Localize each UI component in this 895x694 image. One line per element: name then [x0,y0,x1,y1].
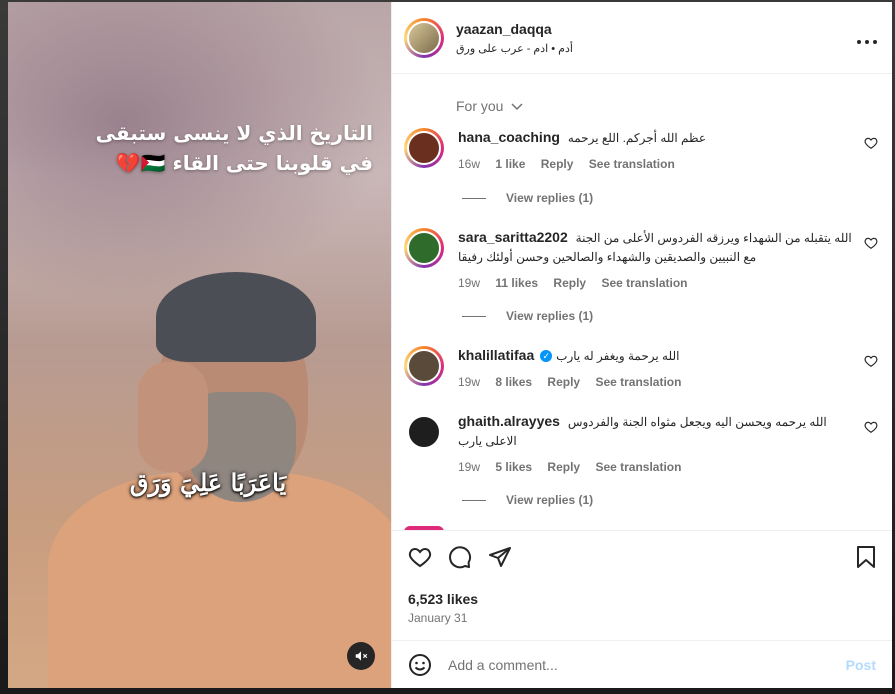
view-replies-button[interactable]: View replies (1) [462,309,593,323]
comment-time[interactable]: 19w [458,276,480,290]
comment-likes[interactable]: 8 likes [495,375,532,389]
media-cap [156,272,316,362]
comment-reply-button[interactable]: Reply [541,157,574,171]
mute-icon [355,651,368,661]
comment-username[interactable]: sara_saritta2202 [458,229,568,245]
comment-likes[interactable]: 11 likes [495,276,538,290]
comment-like-heart-icon[interactable] [864,236,878,250]
audio-subline[interactable]: أدم • ادم - عرب على ورق [456,42,856,55]
post-actions: 6,523 likes January 31 [392,530,892,640]
comments-list[interactable]: For you hana_coaching عظم الله أجركم. ال… [392,74,892,530]
view-replies-label: View replies (1) [506,493,594,507]
comment-username[interactable]: ghaith.alrayyes [458,413,560,429]
comment-avatar[interactable] [404,128,444,168]
media-calligraphy: يَاعَرَبًا عَلِيَ وَرَق [129,468,287,497]
post-media[interactable]: التاريخ الذي لا ينسى ستبقى في قلوبنا حتى… [8,2,391,688]
media-caption-line-2: في قلوبنا حتى القاء 🇵🇸💔 [115,151,373,175]
more-horizontal-icon [857,39,877,44]
comment-likes[interactable]: 5 likes [495,460,532,474]
view-replies-label: View replies (1) [506,309,594,323]
comment-like-heart-icon[interactable] [864,136,878,150]
comment-text: عظم الله أجركم. اللع يرحمه [567,131,707,145]
comment-avatar[interactable] [404,346,444,386]
author-username[interactable]: yaazan_daqqa [456,21,856,37]
comment-translation-button[interactable]: See translation [595,460,681,474]
comment-avatar[interactable] [404,228,444,268]
post-side-panel: yaazan_daqqa أدم • ادم - عرب على ورق For… [391,2,892,688]
media-shirt [48,472,391,688]
comment-avatar-image [407,131,441,165]
post-modal: التاريخ الذي لا ينسى ستبقى في قلوبنا حتى… [8,2,892,688]
comment-avatar-image [407,349,441,383]
comment-likes[interactable]: 1 like [495,157,525,171]
view-replies-label: View replies (1) [506,191,594,205]
mute-button[interactable] [347,642,375,670]
view-replies-divider [462,197,486,199]
comment-icon[interactable] [448,545,472,569]
comment-time[interactable]: 16w [458,157,480,171]
more-options-button[interactable] [856,25,878,51]
author-avatar[interactable] [404,17,444,58]
comment-reply-button[interactable]: Reply [547,460,580,474]
share-icon[interactable] [488,545,512,569]
comment-translation-button[interactable]: See translation [595,375,681,389]
verified-icon: ✓ [540,350,553,363]
heart-icon[interactable] [408,545,432,569]
bookmark-icon[interactable] [856,545,876,569]
comment-avatar-image [407,231,441,265]
post-header: yaazan_daqqa أدم • ادم - عرب على ورق [392,2,892,74]
view-replies-divider [462,315,486,317]
comment-composer: Post [392,640,892,688]
comment-like-heart-icon[interactable] [864,420,878,434]
comment-reply-button[interactable]: Reply [553,276,586,290]
comment-like-heart-icon[interactable] [864,354,878,368]
comment-input[interactable] [448,656,846,673]
media-caption-overlay: التاريخ الذي لا ينسى ستبقى في قلوبنا حتى… [28,118,373,178]
comment-avatar-image [407,415,441,449]
media-caption-line-1: التاريخ الذي لا ينسى ستبقى [95,121,373,145]
post-comment-button[interactable]: Post [846,657,876,673]
comment-time[interactable]: 19w [458,375,480,389]
comments-filter[interactable]: For you [456,98,523,114]
view-replies-button[interactable]: View replies (1) [462,493,593,507]
comment-time[interactable]: 19w [458,460,480,474]
comments-filter-label: For you [456,98,504,114]
comment-translation-button[interactable]: See translation [589,157,675,171]
emoji-icon[interactable] [408,653,432,677]
comment-text: الله يرحمة ويغفر له يارب [556,349,680,363]
view-replies-button[interactable]: View replies (1) [462,191,593,205]
view-replies-divider [462,499,486,501]
comment-username[interactable]: khalillatifaa [458,347,534,363]
comment-username[interactable]: hana_coaching [458,129,560,145]
media-hand [138,362,208,472]
chevron-down-icon [511,103,523,111]
likes-count[interactable]: 6,523 likes [408,591,876,607]
post-date[interactable]: January 31 [408,611,876,625]
author-avatar-image [407,20,441,55]
comment-translation-button[interactable]: See translation [601,276,687,290]
comment-avatar[interactable] [404,412,444,452]
comment-reply-button[interactable]: Reply [547,375,580,389]
